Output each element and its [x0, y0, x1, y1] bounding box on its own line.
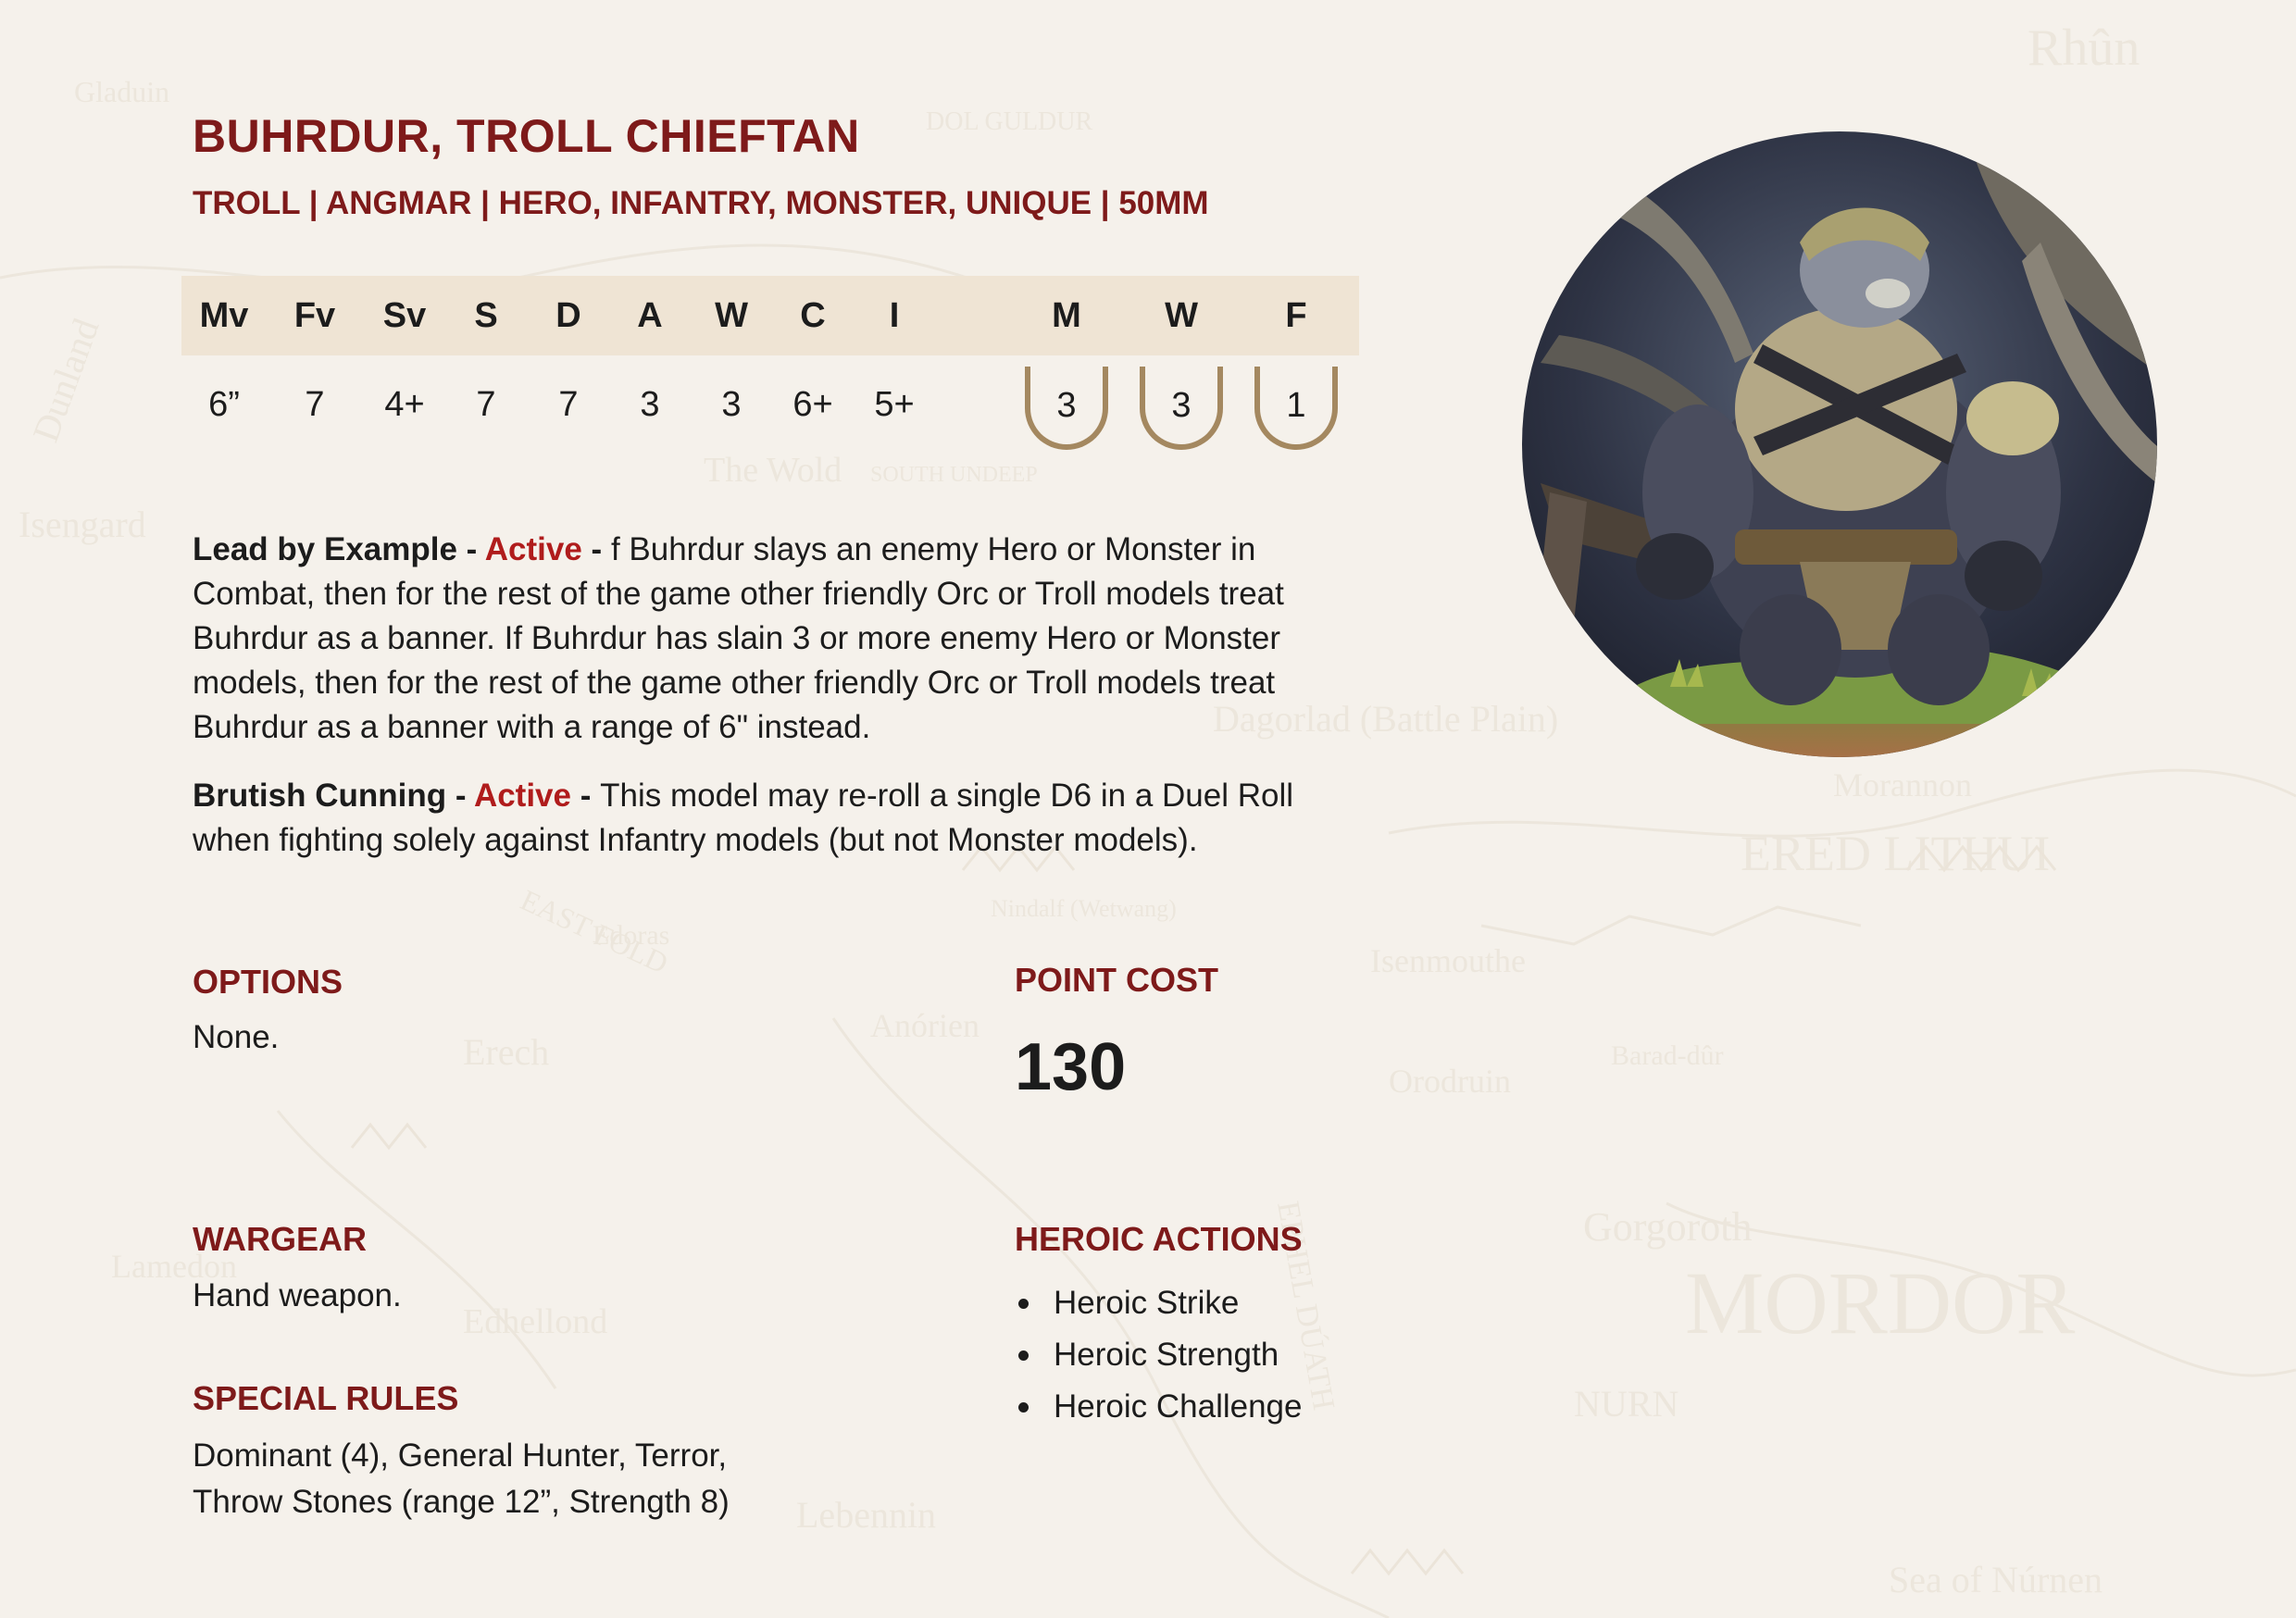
- ability-separator: -: [571, 778, 601, 814]
- might-shield: 3: [1025, 367, 1108, 450]
- svg-text:Barad-dûr: Barad-dûr: [1611, 1040, 1724, 1071]
- heroic-action-item: Heroic Strike: [1017, 1277, 1302, 1329]
- svg-text:Edoras: Edoras: [593, 920, 669, 951]
- ability-type: Active: [484, 531, 582, 567]
- stat-value-i: 5+: [874, 385, 915, 424]
- ability-type: Active: [473, 778, 571, 814]
- svg-text:NURN: NURN: [1574, 1383, 1678, 1425]
- unit-title: BUHRDUR, TROLL CHIEFTAN: [193, 110, 860, 162]
- heroic-actions-heading: HEROIC ACTIONS: [1015, 1220, 1303, 1258]
- portrait-image: [1522, 131, 2157, 757]
- svg-text:MORDOR: MORDOR: [1685, 1253, 2075, 1352]
- svg-text:Sea of Núrnen: Sea of Núrnen: [1889, 1559, 2103, 1600]
- svg-text:Morannon: Morannon: [1833, 766, 1972, 803]
- stat-header-d: D: [555, 296, 581, 335]
- unit-keywords: TROLL | ANGMAR | HERO, INFANTRY, MONSTER…: [193, 185, 1209, 221]
- stat-value-d: 7: [558, 385, 579, 424]
- wargear-heading: WARGEAR: [193, 1220, 367, 1258]
- svg-text:Dunland: Dunland: [24, 313, 106, 447]
- svg-text:The Wold: The Wold: [704, 451, 842, 490]
- svg-text:SOUTH UNDEEP: SOUTH UNDEEP: [870, 463, 1038, 487]
- stat-header-c: C: [800, 296, 826, 335]
- svg-text:Isengard: Isengard: [19, 504, 146, 545]
- ability-name: Brutish Cunning: [193, 778, 447, 814]
- ability-lead-by-example: Lead by Example - Active - f Buhrdur sla…: [193, 528, 1378, 750]
- stat-value-s: 7: [476, 385, 496, 424]
- stat-value-fv: 7: [305, 385, 325, 424]
- point-cost-heading: POINT COST: [1015, 961, 1219, 999]
- svg-text:Nindalf (Wetwang): Nindalf (Wetwang): [991, 895, 1177, 922]
- ability-separator: -: [456, 531, 485, 567]
- stat-header-might: M: [1052, 296, 1081, 335]
- stat-header-sv: Sv: [382, 296, 427, 335]
- stat-header-i: I: [889, 296, 900, 335]
- fate-shield: 1: [1254, 367, 1338, 450]
- ability-separator: -: [581, 531, 611, 567]
- will-shield: 3: [1140, 367, 1223, 450]
- stat-value-w: 3: [721, 385, 742, 424]
- svg-text:Isenmouthe: Isenmouthe: [1370, 942, 1526, 979]
- special-rules-line-1: Dominant (4), General Hunter, Terror,: [193, 1438, 728, 1474]
- stat-header-s: S: [474, 296, 498, 335]
- stat-header-w: W: [715, 296, 748, 335]
- heroic-action-item: Heroic Strength: [1017, 1329, 1302, 1381]
- stat-value-mv: 6”: [208, 385, 240, 424]
- svg-text:Anórien: Anórien: [870, 1007, 980, 1044]
- abilities-section: Lead by Example - Active - f Buhrdur sla…: [193, 528, 1378, 887]
- stat-value-c: 6+: [792, 385, 833, 424]
- svg-text:Orodruin: Orodruin: [1389, 1063, 1511, 1100]
- heroic-actions-list: Heroic Strike Heroic Strength Heroic Cha…: [1017, 1277, 1302, 1433]
- options-heading: OPTIONS: [193, 963, 343, 1001]
- svg-text:Gorgoroth: Gorgoroth: [1583, 1204, 1753, 1250]
- svg-text:Gladuin: Gladuin: [74, 75, 169, 108]
- ability-brutish-cunning: Brutish Cunning - Active - This model ma…: [193, 774, 1378, 863]
- stat-header-fv: Fv: [293, 296, 336, 335]
- stat-header-will: W: [1165, 296, 1198, 335]
- stat-header-fate: F: [1285, 296, 1307, 335]
- svg-text:Lebennin: Lebennin: [796, 1494, 936, 1536]
- special-rules-heading: SPECIAL RULES: [193, 1379, 459, 1417]
- heroic-action-item: Heroic Challenge: [1017, 1381, 1302, 1433]
- svg-text:Erech: Erech: [463, 1031, 549, 1073]
- stat-header-a: A: [637, 296, 663, 335]
- wargear-text: Hand weapon.: [193, 1277, 402, 1313]
- stat-value-a: 3: [640, 385, 660, 424]
- svg-text:Rhûn: Rhûn: [2028, 19, 2140, 77]
- stat-value-sv: 4+: [384, 385, 425, 424]
- special-rules-line-2: Throw Stones (range 12”, Strength 8): [193, 1484, 730, 1520]
- point-cost-value: 130: [1015, 1030, 1127, 1104]
- options-text: None.: [193, 1019, 280, 1055]
- svg-text:Edhellond: Edhellond: [463, 1302, 607, 1341]
- svg-text:DOL GULDUR: DOL GULDUR: [926, 107, 1092, 136]
- ability-name: Lead by Example: [193, 531, 457, 567]
- stat-header-mv: Mv: [199, 296, 249, 335]
- ability-separator: -: [446, 778, 474, 814]
